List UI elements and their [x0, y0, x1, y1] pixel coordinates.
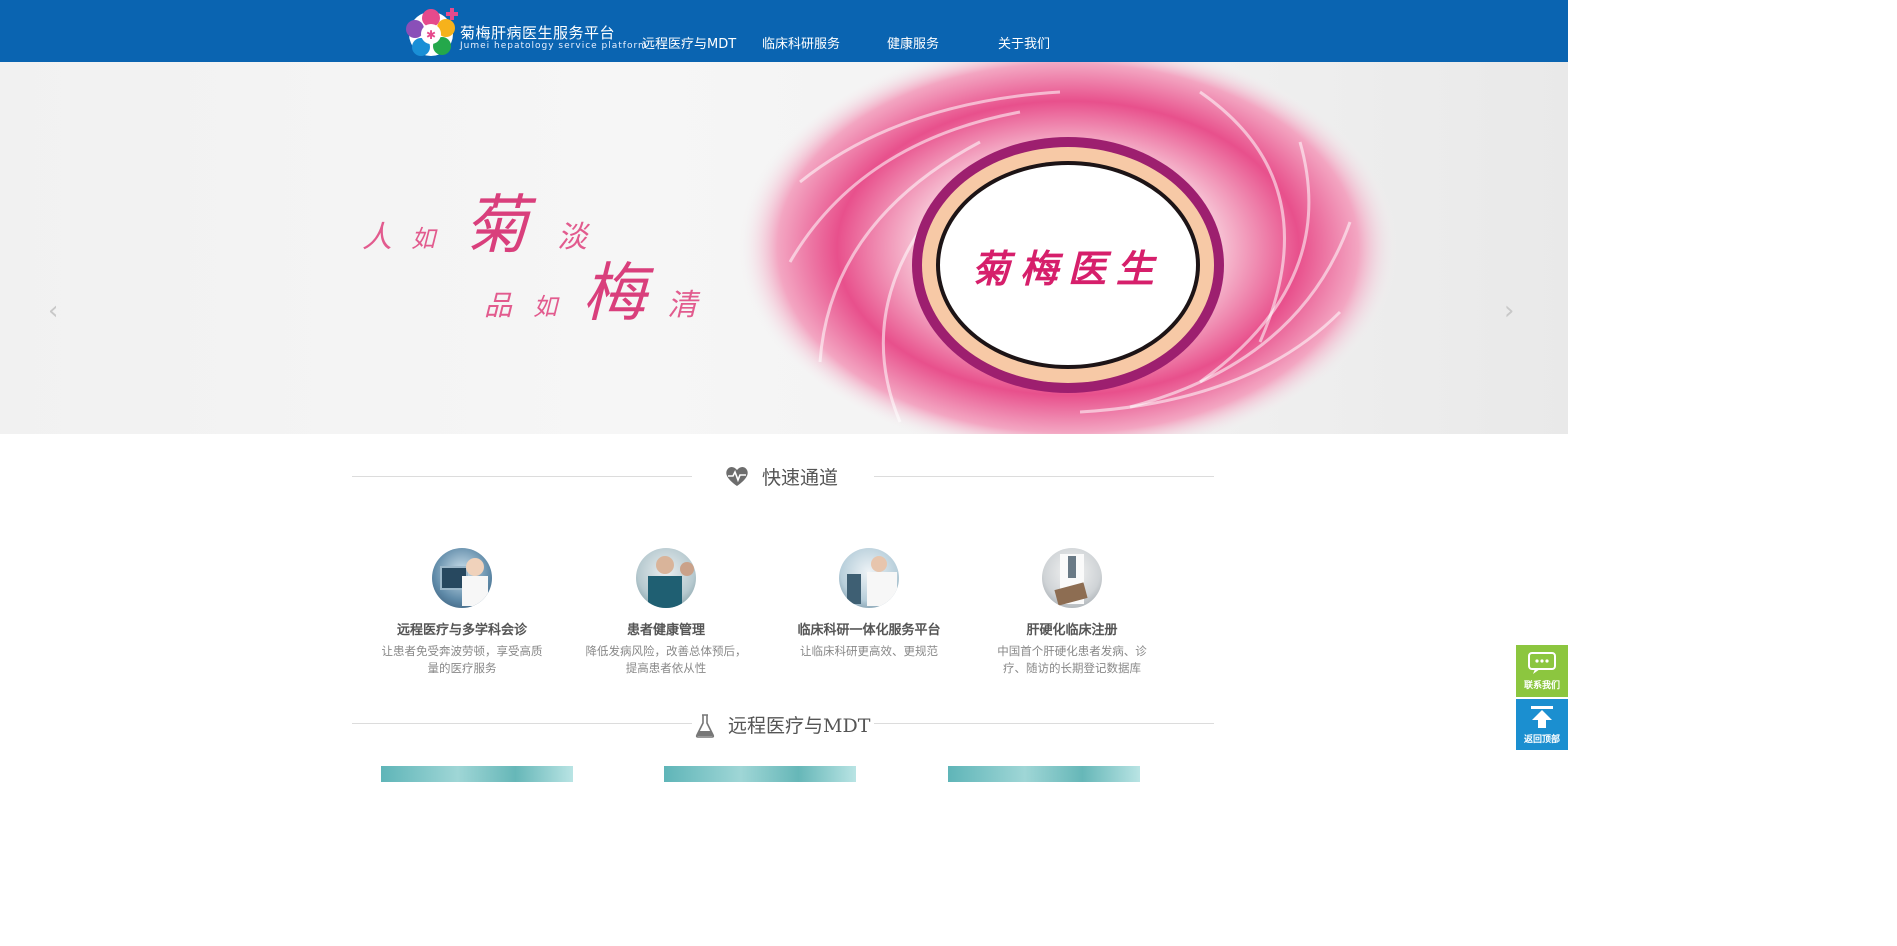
- banner-prev-arrow[interactable]: ‹: [48, 296, 58, 326]
- section-divider-left: [352, 723, 692, 724]
- slogan-char: 如: [411, 225, 436, 253]
- svg-text:✱: ✱: [426, 28, 436, 42]
- lab-microscope-photo[interactable]: [839, 548, 899, 608]
- slogan-char: 如: [533, 293, 558, 321]
- doctor-clipboard-photo[interactable]: [1042, 548, 1102, 608]
- card-title-research-platform[interactable]: 临床科研一体化服务平台: [769, 619, 969, 638]
- mdt-thumbnail[interactable]: [381, 766, 573, 782]
- brand-logo-icon[interactable]: ✱: [404, 6, 458, 58]
- doctors-screen-photo[interactable]: [432, 548, 492, 608]
- nav-about-us[interactable]: 关于我们: [998, 33, 1050, 52]
- heart-pulse-icon: [726, 467, 748, 486]
- back-to-top-button[interactable]: 返回顶部: [1516, 699, 1568, 750]
- nav-clinical-research[interactable]: 临床科研服务: [762, 33, 840, 52]
- card-title-cirrhosis-registry[interactable]: 肝硬化临床注册: [972, 619, 1172, 638]
- chat-bubble-icon: [1528, 652, 1556, 674]
- mdt-thumbnail[interactable]: [664, 766, 856, 782]
- banner-slogan-line2: 品 如 梅 清: [484, 242, 697, 334]
- section-title-quick: 快速通道: [762, 467, 839, 489]
- card-title-health-management[interactable]: 患者健康管理: [566, 619, 766, 638]
- badge-text: 菊梅医生: [971, 246, 1164, 291]
- section-divider-right: [874, 723, 1214, 724]
- banner-next-arrow[interactable]: ›: [1504, 296, 1514, 326]
- slogan-char: 清: [667, 288, 698, 323]
- card-desc-cirrhosis-registry: 中国首个肝硬化患者发病、诊疗、随访的长期登记数据库: [997, 644, 1147, 675]
- top-header: ✱ 菊梅肝病医生服务平台 Jumei hepatology service pl…: [0, 0, 1568, 62]
- nurses-photo[interactable]: [636, 548, 696, 608]
- section-divider-left: [352, 476, 692, 477]
- hero-banner[interactable]: 人 如 菊 淡 品 如 梅 清 菊梅医生 ‹ ›: [0, 62, 1568, 434]
- mdt-thumbnail[interactable]: [948, 766, 1140, 782]
- flask-icon: [695, 714, 715, 738]
- slogan-char: 品: [484, 289, 513, 322]
- section-title-mdt: 远程医疗与MDT: [728, 715, 871, 737]
- slogan-char: 人: [362, 220, 392, 255]
- section-divider-right: [874, 476, 1214, 477]
- arrow-up-icon: [1531, 706, 1553, 728]
- contact-us-label: 联系我们: [1523, 681, 1560, 691]
- card-desc-remote-consult: 让患者免受奔波劳顿，享受高质量的医疗服务: [381, 644, 543, 675]
- banner-artwork: [738, 62, 1398, 434]
- brand-name[interactable]: 菊梅肝病医生服务平台: [460, 22, 615, 43]
- card-desc-health-management: 降低发病风险，改善总体预后，提高患者依从性: [585, 644, 747, 675]
- back-to-top-label: 返回顶部: [1523, 735, 1560, 745]
- nav-health-service[interactable]: 健康服务: [887, 33, 939, 52]
- card-title-remote-consult[interactable]: 远程医疗与多学科会诊: [362, 619, 562, 638]
- slogan-char: 梅: [582, 257, 647, 331]
- brand-english-name: Jumei hepatology service platform: [460, 41, 648, 51]
- contact-us-button[interactable]: 联系我们: [1516, 645, 1568, 697]
- card-desc-research-platform: 让临床科研更高效、更规范: [800, 644, 938, 658]
- nav-remote-mdt[interactable]: 远程医疗与MDT: [642, 33, 736, 52]
